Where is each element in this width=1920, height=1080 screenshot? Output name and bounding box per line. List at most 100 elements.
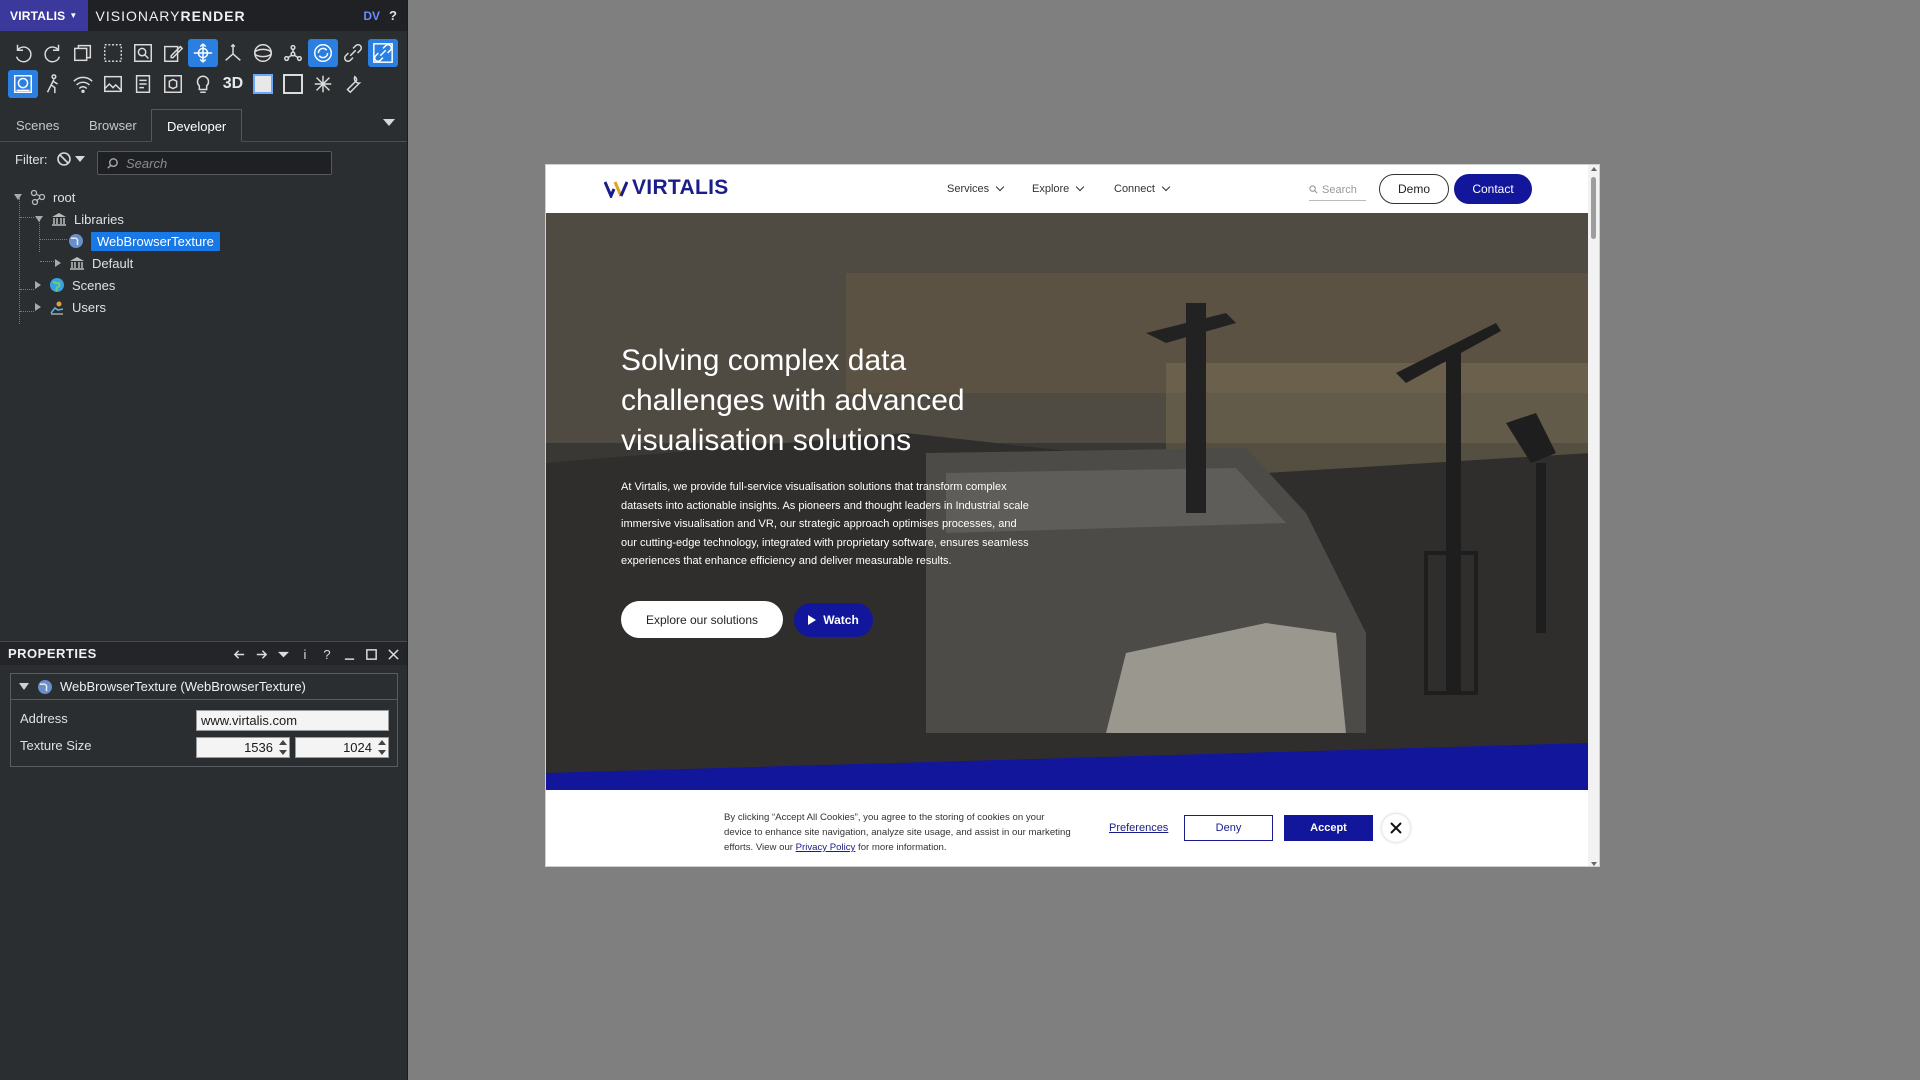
network-icon[interactable] — [278, 39, 308, 67]
watch-button[interactable]: Watch — [794, 603, 873, 637]
info-icon[interactable]: i — [297, 645, 313, 663]
texture-height-field[interactable]: 1024 — [295, 737, 389, 758]
box-icon[interactable] — [158, 70, 188, 98]
demo-button[interactable]: Demo — [1379, 174, 1449, 204]
tabs-dropdown-icon[interactable] — [383, 119, 395, 126]
nav-services-label: Services — [947, 183, 990, 195]
scroll-down-icon[interactable] — [1591, 862, 1597, 866]
deny-button[interactable]: Deny — [1184, 815, 1273, 841]
properties-box: WebBrowserTexture (WebBrowserTexture) Ad… — [10, 673, 398, 767]
no-filter-icon[interactable] — [56, 151, 72, 167]
filter-row: Filter: — [15, 151, 85, 167]
link-toggle-icon[interactable] — [368, 39, 398, 67]
link-icon[interactable] — [338, 39, 368, 67]
image-icon[interactable] — [98, 70, 128, 98]
tree-item-default[interactable]: Default — [55, 252, 133, 274]
tree-item-scenes[interactable]: Scenes — [35, 274, 115, 296]
expand-toggle-icon[interactable] — [55, 259, 61, 267]
move-gizmo-icon[interactable] — [188, 39, 218, 67]
3d-toggle[interactable]: 3D — [218, 70, 248, 98]
explore-solutions-button[interactable]: Explore our solutions — [621, 601, 783, 638]
solid-square-icon[interactable] — [248, 70, 278, 98]
filter-label: Filter: — [15, 151, 48, 167]
gizmo-icon[interactable] — [308, 70, 338, 98]
privacy-policy-link[interactable]: Privacy Policy — [796, 842, 856, 853]
nav-explore[interactable]: Explore — [1032, 182, 1085, 195]
address-field[interactable]: www.virtalis.com — [196, 710, 389, 731]
collapse-toggle-icon[interactable] — [19, 683, 29, 690]
preferences-link[interactable]: Preferences — [1109, 822, 1168, 834]
search-icon — [107, 158, 118, 169]
vendor-menu-button[interactable]: VIRTALIS ▼ — [0, 0, 88, 31]
walk-icon[interactable] — [38, 70, 68, 98]
tab-scenes[interactable]: Scenes — [1, 109, 74, 142]
document-icon[interactable] — [128, 70, 158, 98]
nav-connect[interactable]: Connect — [1114, 182, 1171, 195]
expand-toggle-icon[interactable] — [35, 303, 41, 311]
close-icon[interactable] — [385, 645, 401, 663]
help-button[interactable]: ? — [389, 8, 397, 23]
properties-toolbar: i ? — [231, 645, 401, 663]
site-search[interactable]: Search — [1309, 179, 1366, 201]
expand-toggle-icon[interactable] — [35, 216, 43, 222]
maximize-icon[interactable] — [363, 645, 379, 663]
edit-pencil-icon[interactable] — [158, 39, 188, 67]
web-browser-viewport[interactable]: VIRTALIS Services Explore Connect Search… — [545, 164, 1600, 867]
wrench-icon[interactable] — [338, 70, 368, 98]
root-node-icon — [30, 189, 46, 205]
tab-developer[interactable]: Developer — [151, 109, 243, 142]
nav-services[interactable]: Services — [947, 182, 1005, 195]
search-input[interactable] — [126, 152, 326, 174]
nav-connect-label: Connect — [1114, 183, 1155, 195]
scroll-thumb[interactable] — [1591, 177, 1596, 239]
tab-browser[interactable]: Browser — [74, 109, 152, 142]
texture-width-field[interactable]: 1536 — [196, 737, 290, 758]
height-stepper-icon[interactable] — [378, 740, 386, 755]
scene-icon[interactable] — [8, 70, 38, 98]
scroll-up-icon[interactable] — [1591, 167, 1597, 171]
vendor-label: VIRTALIS — [10, 8, 66, 23]
zoom-select-icon[interactable] — [128, 39, 158, 67]
forward-icon[interactable] — [253, 645, 269, 663]
watch-label: Watch — [823, 613, 859, 627]
undo-icon[interactable] — [8, 39, 38, 67]
tree-item-libraries[interactable]: Libraries — [35, 208, 124, 230]
filter-dropdown-icon[interactable] — [74, 156, 85, 162]
properties-object-label: WebBrowserTexture (WebBrowserTexture) — [60, 679, 306, 694]
contact-button[interactable]: Contact — [1454, 174, 1532, 204]
expand-toggle-icon[interactable] — [14, 194, 22, 200]
scenes-globe-icon — [49, 277, 65, 293]
tree-item-root[interactable]: root — [14, 186, 75, 208]
site-search-placeholder: Search — [1322, 183, 1357, 196]
cookie-close-button[interactable] — [1382, 814, 1410, 842]
tree-label-scenes: Scenes — [72, 277, 116, 293]
minimize-icon[interactable] — [341, 645, 357, 663]
redo-icon[interactable] — [38, 39, 68, 67]
logo-text: VIRTALIS — [632, 176, 729, 199]
tree-label-users: Users — [72, 299, 106, 315]
empty-square-icon[interactable] — [278, 70, 308, 98]
sync-icon[interactable] — [308, 39, 338, 67]
expand-toggle-icon[interactable] — [35, 281, 41, 289]
properties-object-row[interactable]: WebBrowserTexture (WebBrowserTexture) — [11, 674, 397, 700]
site-logo[interactable]: VIRTALIS — [604, 176, 729, 200]
tree-item-users[interactable]: Users — [35, 296, 106, 318]
back-icon[interactable] — [231, 645, 247, 663]
texture-width-value: 1536 — [244, 740, 273, 755]
orbit-icon[interactable] — [248, 39, 278, 67]
dropdown-icon[interactable] — [275, 645, 291, 663]
tree-item-webbrowsertexture[interactable]: WebBrowserTexture — [68, 230, 220, 252]
help-icon[interactable]: ? — [319, 645, 335, 663]
dv-badge[interactable]: DV — [363, 9, 380, 23]
wifi-icon[interactable] — [68, 70, 98, 98]
bulb-icon[interactable] — [188, 70, 218, 98]
web-scrollbar[interactable] — [1588, 165, 1599, 866]
select-rectangle-icon[interactable] — [98, 39, 128, 67]
app-title: VISIONARYRENDER — [96, 8, 246, 24]
tree-label-webbrowsertexture: WebBrowserTexture — [91, 231, 220, 251]
accept-button[interactable]: Accept — [1284, 815, 1373, 841]
width-stepper-icon[interactable] — [279, 740, 287, 755]
axis-gizmo-icon[interactable] — [218, 39, 248, 67]
copy-icon[interactable] — [68, 39, 98, 67]
search-icon — [1309, 185, 1318, 194]
